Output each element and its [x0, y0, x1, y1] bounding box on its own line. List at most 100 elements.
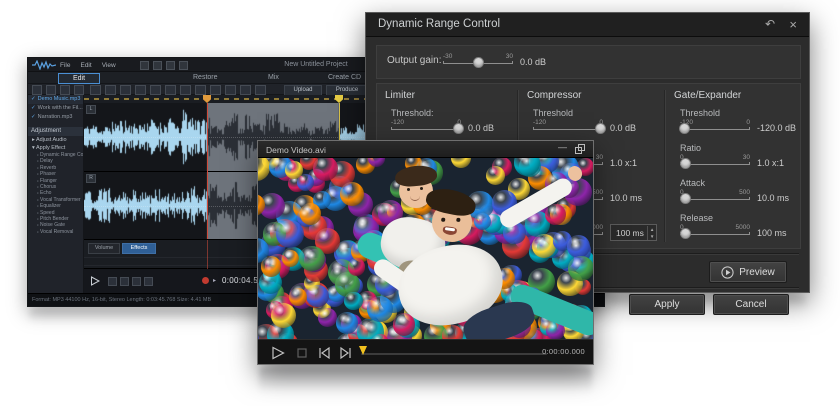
- marker-icon[interactable]: [240, 85, 251, 95]
- cloud-icon[interactable]: [74, 85, 84, 95]
- limiter-threshold-thumb[interactable]: [453, 123, 464, 134]
- popout-icon[interactable]: [575, 144, 585, 154]
- loop-playback-button[interactable]: [144, 277, 153, 286]
- open-file-icon[interactable]: [46, 85, 56, 95]
- group-apply-effect[interactable]: ▾ Apply Effect: [28, 144, 83, 152]
- preview-play-icon: [721, 266, 734, 279]
- ball: [318, 308, 337, 327]
- new-project-icon[interactable]: [140, 61, 149, 70]
- menu-bar: File Edit View: [60, 58, 116, 72]
- playhead-line[interactable]: [207, 103, 208, 239]
- group-adjust-audio[interactable]: ▸ Adjust Audio: [28, 136, 83, 144]
- menu-edit[interactable]: Edit: [80, 62, 91, 69]
- loop-icon[interactable]: [255, 85, 266, 95]
- apply-button[interactable]: Apply: [629, 294, 705, 315]
- seek-bar[interactable]: [361, 353, 547, 355]
- tab-create-cd[interactable]: Create CD: [328, 74, 361, 81]
- playhead-line-lane: [207, 240, 208, 269]
- normalize-icon[interactable]: [195, 85, 206, 95]
- spinbox-arrows[interactable]: ▲▼: [647, 226, 656, 240]
- preview-button[interactable]: Preview: [709, 261, 787, 283]
- compressor-threshold-thumb[interactable]: [595, 123, 606, 134]
- minimize-icon[interactable]: —: [558, 142, 567, 152]
- ball: [306, 285, 329, 308]
- app-logo-waveform-icon: [32, 60, 56, 70]
- gate-ratio-thumb[interactable]: [680, 158, 691, 169]
- ball: [336, 312, 358, 334]
- gate-title: Gate/Expander: [674, 90, 798, 101]
- compressor-threshold-slider[interactable]: -120 0: [533, 119, 603, 136]
- go-to-start-button[interactable]: [120, 277, 129, 286]
- settings-gear-icon[interactable]: [179, 61, 188, 70]
- gate-attack-slider[interactable]: 0 500: [680, 189, 750, 206]
- paste-icon[interactable]: [120, 85, 131, 95]
- save-icon[interactable]: [60, 85, 70, 95]
- reset-icon[interactable]: ↶: [765, 17, 775, 31]
- limiter-threshold-slider[interactable]: -120 0: [391, 119, 461, 136]
- close-icon[interactable]: ×: [789, 17, 797, 32]
- copy-icon[interactable]: [105, 85, 116, 95]
- player-controls: 0:00:00.000: [258, 339, 593, 364]
- gate-threshold-thumb[interactable]: [679, 123, 690, 134]
- player-play-button[interactable]: [270, 345, 286, 361]
- record-icon[interactable]: [32, 85, 42, 95]
- track-label-left: L: [86, 105, 96, 114]
- player-next-frame-button[interactable]: [338, 345, 354, 361]
- desktop: File Edit View New Untitled Project Edit…: [0, 0, 840, 406]
- go-to-end-button[interactable]: [132, 277, 141, 286]
- library-item[interactable]: ✓Demo Music.mp3: [28, 95, 83, 104]
- gate-release-thumb[interactable]: [680, 228, 691, 239]
- player-stop-button[interactable]: [294, 345, 310, 361]
- adjustment-panel-header: Adjustment: [28, 127, 83, 136]
- redo-icon[interactable]: [166, 61, 175, 70]
- video-player-window: Demo Video.avi —: [257, 140, 594, 365]
- ball: [271, 303, 296, 328]
- trim-icon[interactable]: [150, 85, 161, 95]
- output-gain-panel: Output gain: -30 30 0.0 dB: [376, 45, 801, 79]
- tab-edit[interactable]: Edit: [58, 73, 100, 84]
- output-gain-slider[interactable]: -30 30: [443, 53, 513, 70]
- zoom-out-icon[interactable]: [225, 85, 236, 95]
- gate-ratio-slider[interactable]: 0 30: [680, 154, 750, 171]
- effect-item-vocal-removal[interactable]: Vocal Removal: [28, 229, 83, 235]
- ball: [486, 166, 505, 185]
- photo-boy-front: [378, 188, 593, 339]
- tab-mix[interactable]: Mix: [268, 74, 279, 81]
- output-gain-value: 0.0 dB: [520, 57, 546, 67]
- player-prev-frame-button[interactable]: [316, 345, 332, 361]
- play-button[interactable]: [90, 276, 100, 286]
- compressor-release-spinbox[interactable]: 100 ms ▲▼: [610, 224, 657, 241]
- player-time-display: 0:00:00.000: [542, 347, 585, 356]
- output-gain-slider-thumb[interactable]: [473, 57, 484, 68]
- library-item[interactable]: ✓Work with the Fil...: [28, 104, 83, 113]
- dialog-titlebar[interactable]: Dynamic Range Control ↶ ×: [366, 13, 809, 37]
- sidebar-rail-icons: [32, 85, 84, 95]
- check-icon: ✓: [31, 96, 36, 102]
- stop-button[interactable]: [108, 277, 117, 286]
- undo-icon[interactable]: [153, 61, 162, 70]
- ball: [344, 292, 362, 310]
- mix-icon[interactable]: [180, 85, 191, 95]
- ball: [261, 256, 281, 276]
- compressor-title: Compressor: [527, 90, 661, 101]
- split-icon[interactable]: [165, 85, 176, 95]
- cancel-button[interactable]: Cancel: [713, 294, 789, 315]
- menu-view[interactable]: View: [102, 62, 116, 69]
- video-frame[interactable]: [258, 158, 593, 339]
- gate-attack-thumb[interactable]: [680, 193, 691, 204]
- tab-restore[interactable]: Restore: [193, 74, 218, 81]
- gate-release-slider[interactable]: 0 5000: [680, 224, 750, 241]
- gate-threshold-slider[interactable]: -120 0: [680, 119, 750, 136]
- lane-tab-volume[interactable]: Volume: [88, 243, 120, 254]
- cut-icon[interactable]: [90, 85, 101, 95]
- ball: [276, 220, 304, 248]
- delete-icon[interactable]: [135, 85, 146, 95]
- reflection-main: [29, 309, 259, 322]
- menu-file[interactable]: File: [60, 62, 70, 69]
- lane-tab-effects[interactable]: Effects: [122, 243, 156, 254]
- check-icon: ✓: [31, 114, 36, 120]
- player-titlebar[interactable]: Demo Video.avi —: [258, 141, 593, 158]
- record-button[interactable]: [202, 277, 209, 284]
- library-item[interactable]: ✓Narration.mp3: [28, 113, 83, 122]
- zoom-in-icon[interactable]: [210, 85, 221, 95]
